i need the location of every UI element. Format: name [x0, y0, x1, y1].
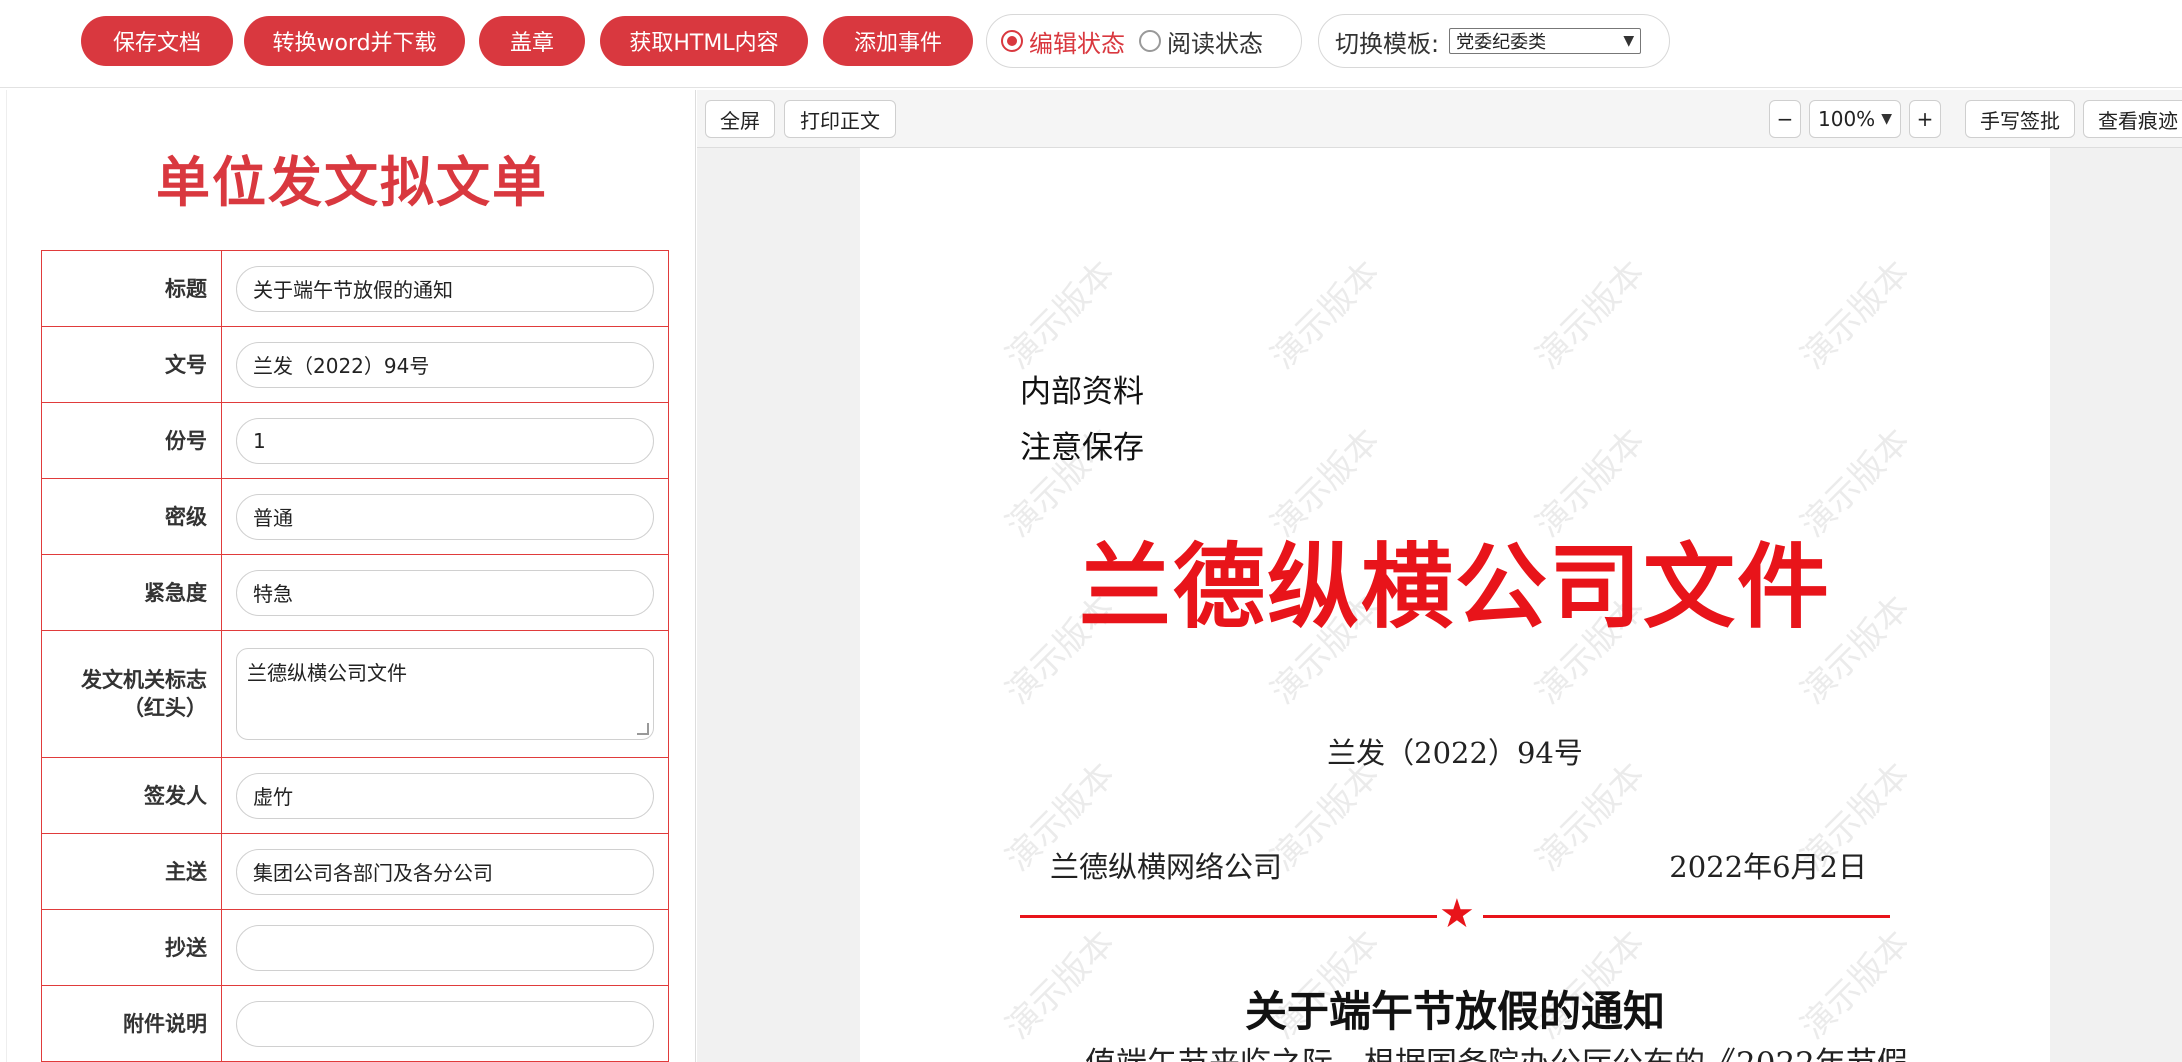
issuing-authority-textarea[interactable]: 兰德纵横公司文件 — [236, 648, 654, 740]
document-body-text: 值端午节来临之际，根据国务院办公厅公布的《2022年节假 — [1085, 1038, 1908, 1062]
document-area: 全屏 打印正文 − 100% ▼ + 手写签批 查看痕迹 演示版本 演示版本 演… — [697, 90, 2182, 1062]
chevron-down-icon: ▼ — [1623, 33, 1635, 49]
cc-input[interactable] — [236, 924, 654, 971]
save-document-button[interactable]: 保存文档 — [81, 16, 233, 66]
attachment-label: 附件说明 — [41, 985, 222, 1062]
view-track-changes-button[interactable]: 查看痕迹 — [2083, 100, 2182, 138]
main-recipient-label: 主送 — [41, 833, 222, 910]
document-toolbar: 全屏 打印正文 − 100% ▼ + 手写签批 查看痕迹 — [697, 90, 2182, 148]
mode-radio-group: 编辑状态 阅读状态 — [986, 14, 1302, 68]
red-separator-line — [1020, 915, 1437, 918]
edit-mode-label: 编辑状态 — [1029, 29, 1125, 58]
secrecy-input[interactable]: 普通 — [236, 493, 654, 540]
title-input[interactable]: 关于端午节放假的通知 — [236, 265, 654, 312]
document-title: 关于端午节放假的通知 — [1244, 987, 1665, 1036]
read-mode-label: 阅读状态 — [1167, 29, 1263, 58]
form-row: 附件说明 — [41, 985, 669, 1062]
signer-input[interactable]: 虚竹 — [236, 772, 654, 819]
issuing-authority-label: 发文机关标志（红头） — [41, 630, 222, 758]
print-body-button[interactable]: 打印正文 — [784, 100, 896, 138]
issuer-name: 兰德纵横网络公司 — [1050, 850, 1283, 884]
form-row: 发文机关标志（红头） 兰德纵横公司文件 — [41, 630, 669, 758]
watermark: 演示版本 — [998, 252, 1123, 378]
form-row: 签发人 虚竹 — [41, 757, 669, 834]
title-label: 标题 — [41, 250, 222, 327]
form-row: 主送 集团公司各部门及各分公司 — [41, 833, 669, 910]
form-title: 单位发文拟文单 — [156, 151, 548, 214]
secrecy-label: 密级 — [41, 478, 222, 555]
red-star-icon: ★ — [1439, 891, 1475, 937]
urgency-input[interactable]: 特急 — [236, 569, 654, 616]
copy-number-label: 份号 — [41, 402, 222, 479]
form-row: 紧急度 特急 — [41, 554, 669, 631]
red-separator-line — [1483, 915, 1890, 918]
form-row: 份号 1 — [41, 402, 669, 479]
template-selected-value: 党委纪委类 — [1456, 32, 1547, 53]
form-panel: 单位发文拟文单 标题 关于端午节放假的通知 文号 兰发（2022）94号 份号 … — [6, 90, 696, 1062]
template-select[interactable]: 党委纪委类 ▼ — [1449, 28, 1642, 54]
signer-label: 签发人 — [41, 757, 222, 834]
issue-date: 2022年6月2日 — [1669, 850, 1867, 884]
form-table: 标题 关于端午节放假的通知 文号 兰发（2022）94号 份号 1 密级 普通 … — [41, 250, 669, 1062]
cc-label: 抄送 — [41, 909, 222, 986]
radio-unchecked-icon — [1139, 30, 1161, 52]
copy-number-input[interactable]: 1 — [236, 417, 654, 464]
zoom-in-button[interactable]: + — [1909, 100, 1941, 138]
document-number: 兰发（2022）94号 — [1327, 736, 1583, 770]
stamp-button[interactable]: 盖章 — [479, 16, 585, 66]
doc-number-label: 文号 — [41, 326, 222, 403]
template-switcher: 切换模板: 党委纪委类 ▼ — [1318, 14, 1670, 68]
zoom-select[interactable]: 100% ▼ — [1809, 100, 1901, 138]
watermark: 演示版本 — [1528, 252, 1653, 378]
keep-safe-text: 注意保存 — [1020, 430, 1144, 466]
urgency-label: 紧急度 — [41, 554, 222, 631]
top-toolbar: 保存文档 转换word并下载 盖章 获取HTML内容 添加事件 编辑状态 阅读状… — [0, 0, 2182, 88]
edit-mode-radio[interactable]: 编辑状态 — [1001, 24, 1125, 59]
zoom-out-button[interactable]: − — [1769, 100, 1801, 138]
get-html-button[interactable]: 获取HTML内容 — [600, 16, 808, 66]
fullscreen-button[interactable]: 全屏 — [705, 100, 775, 138]
chevron-down-icon: ▼ — [1881, 111, 1892, 127]
attachment-input[interactable] — [236, 1000, 654, 1047]
convert-word-download-button[interactable]: 转换word并下载 — [244, 16, 465, 66]
radio-checked-icon — [1001, 30, 1023, 52]
form-row: 文号 兰发（2022）94号 — [41, 326, 669, 403]
watermark: 演示版本 — [1793, 252, 1918, 378]
document-page[interactable]: 演示版本 演示版本 演示版本 演示版本 演示版本 演示版本 演示版本 演示版本 … — [860, 148, 2050, 1062]
template-label: 切换模板: — [1335, 29, 1440, 58]
form-row: 密级 普通 — [41, 478, 669, 555]
form-row: 标题 关于端午节放假的通知 — [41, 250, 669, 327]
main-recipient-input[interactable]: 集团公司各部门及各分公司 — [236, 848, 654, 895]
read-mode-radio[interactable]: 阅读状态 — [1139, 24, 1263, 59]
doc-number-input[interactable]: 兰发（2022）94号 — [236, 341, 654, 388]
watermark: 演示版本 — [1263, 252, 1388, 378]
form-row: 抄送 — [41, 909, 669, 986]
red-header-title: 兰德纵横公司文件 — [1078, 533, 1831, 641]
internal-material-text: 内部资料 — [1020, 374, 1144, 410]
add-event-button[interactable]: 添加事件 — [823, 16, 973, 66]
zoom-value: 100% — [1818, 107, 1876, 131]
handwrite-sign-button[interactable]: 手写签批 — [1965, 100, 2075, 138]
